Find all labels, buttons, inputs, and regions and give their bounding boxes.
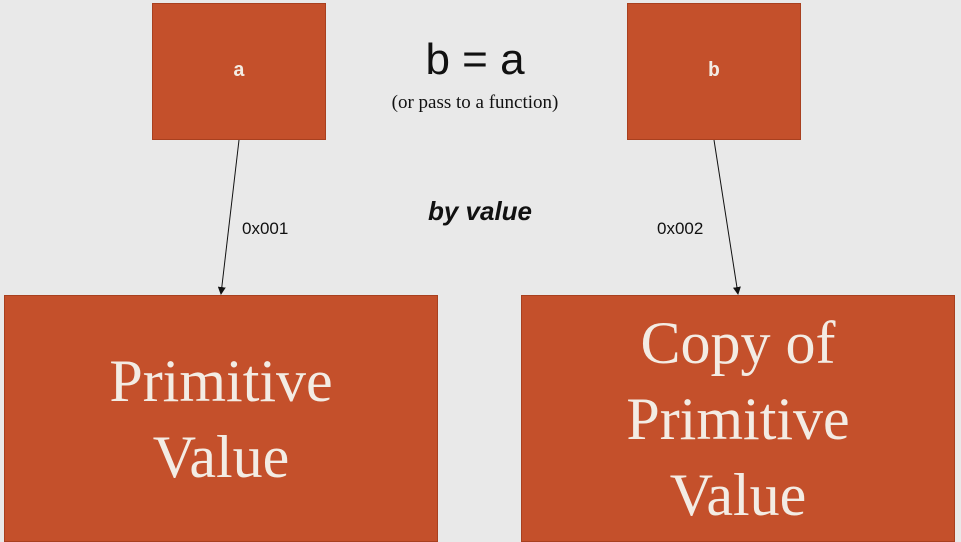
- variable-b-label: b: [707, 60, 720, 83]
- address-label-first: 0x001: [242, 219, 289, 238]
- pass-mode-label: by value: [427, 196, 533, 226]
- slide: a b b = a (or pass to a function) by val…: [0, 0, 961, 542]
- arrow-b-to-copy: [713, 139, 741, 295]
- copy-value-label: Copy of Primitive Value: [626, 309, 850, 528]
- assignment-statement: b = a: [425, 35, 525, 84]
- arrow-a-to-primitive: [217, 139, 240, 295]
- primitive-value-label: Primitive Value: [109, 347, 333, 490]
- copy-value-box: Copy of Primitive Value: [521, 295, 955, 542]
- variable-b-box: b: [627, 3, 801, 140]
- primitive-value-box: Primitive Value: [4, 295, 438, 542]
- address-label-second: 0x002: [657, 219, 704, 238]
- assignment-note: (or pass to a function): [391, 92, 559, 113]
- variable-a-box: a: [152, 3, 326, 140]
- variable-a-label: a: [232, 60, 245, 83]
